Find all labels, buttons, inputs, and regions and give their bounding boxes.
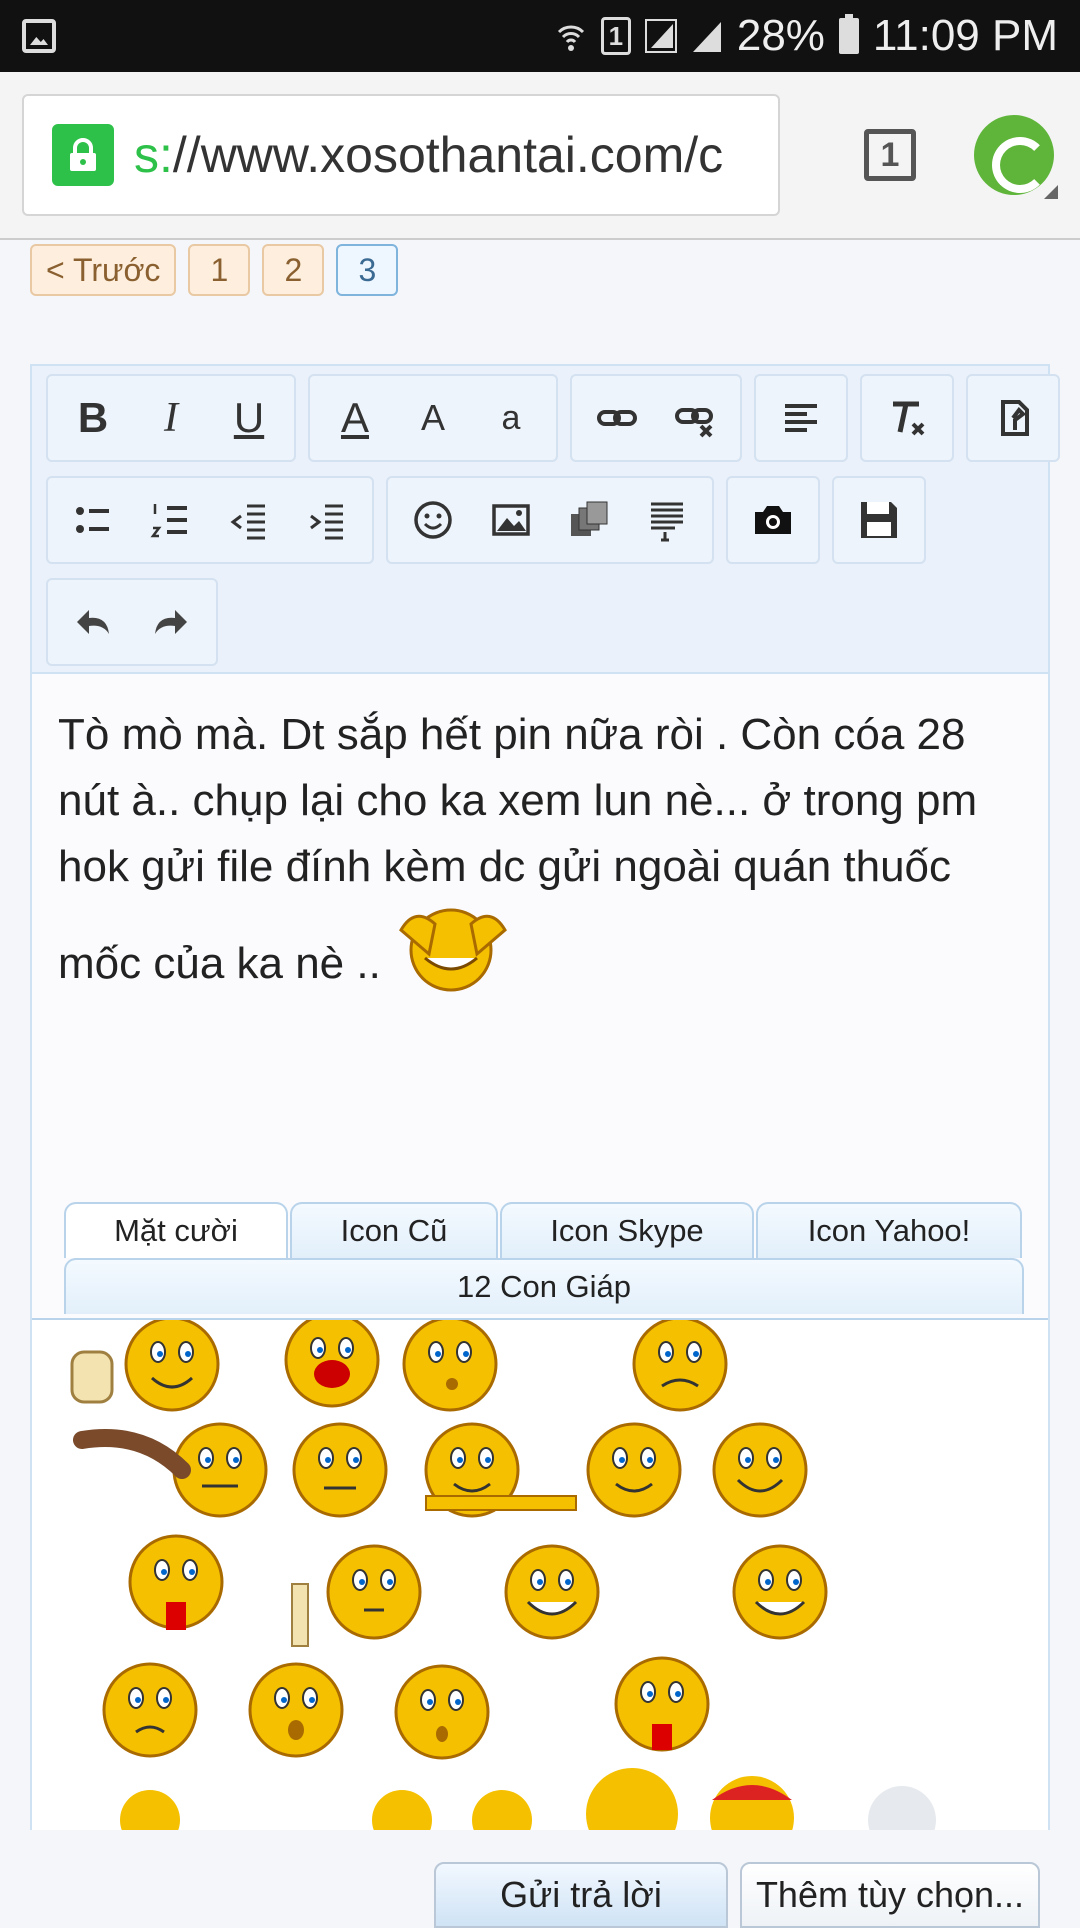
align-left-icon[interactable] — [762, 376, 840, 460]
submit-reply-button[interactable]: Gửi trả lời — [434, 1862, 728, 1928]
clear-format-group — [860, 374, 954, 462]
emoticon-11[interactable] — [326, 1544, 422, 1640]
page-1-button[interactable]: 1 — [188, 244, 251, 296]
quote-block-icon[interactable] — [628, 478, 706, 562]
club-icon — [73, 1429, 191, 1479]
history-group — [46, 578, 218, 666]
candle-icon — [291, 1583, 309, 1647]
prev-page-button[interactable]: < Trước — [30, 244, 177, 296]
emoticon-tabs: Mặt cười Icon Cũ Icon Skype Icon Yahoo! … — [64, 1202, 1024, 1314]
editor-toolbar: B I U A A a — [32, 366, 1060, 674]
thumbs-icon — [70, 1350, 114, 1404]
browser-menu-logo-icon[interactable] — [974, 115, 1058, 199]
reply-editor: B I U A A a Tò mò mà. Dt sắp hết pin nữa… — [30, 364, 1060, 1830]
emoticon-9[interactable] — [712, 1422, 808, 1518]
emoticon-1[interactable] — [124, 1320, 220, 1412]
bold-button[interactable]: B — [54, 376, 132, 460]
italic-button[interactable]: I — [132, 376, 210, 460]
save-icon[interactable] — [840, 478, 918, 562]
page-3-button[interactable]: 3 — [336, 244, 399, 296]
tab-icon-yahoo[interactable]: Icon Yahoo! — [756, 1202, 1022, 1258]
source-code-icon[interactable] — [974, 376, 1052, 460]
smiley-icon[interactable] — [394, 478, 472, 562]
emoticon-13[interactable] — [732, 1544, 828, 1640]
reply-actions: Gửi trả lời Thêm tùy chọn... — [434, 1862, 1040, 1928]
undo-icon[interactable] — [54, 580, 132, 664]
font-size-button[interactable]: A — [394, 376, 472, 460]
sim-slot-icon: 1 — [600, 17, 631, 55]
save-group — [832, 476, 926, 564]
emoticon-2[interactable] — [284, 1320, 380, 1408]
address-bar[interactable]: s://www.xosothantai.com/c — [22, 94, 780, 216]
battery-icon — [838, 14, 859, 54]
signal-icon-2 — [692, 22, 721, 52]
browser-toolbar: s://www.xosothantai.com/c 1 — [0, 72, 1080, 240]
gallery-notification-icon — [22, 19, 56, 53]
link-group — [570, 374, 742, 462]
emoticon-14[interactable] — [102, 1662, 198, 1758]
image-icon[interactable] — [472, 478, 550, 562]
wifi-icon — [557, 25, 584, 51]
tab-icon-skype[interactable]: Icon Skype — [500, 1202, 754, 1258]
insert-group — [386, 476, 714, 564]
emoticon-grid — [32, 1318, 1048, 1830]
clock: 11:09 PM — [872, 11, 1058, 60]
font-color-button[interactable]: A — [316, 376, 394, 460]
numbered-list-icon[interactable] — [132, 478, 210, 562]
link-icon[interactable] — [578, 376, 656, 460]
tab-icon-cu[interactable]: Icon Cũ — [290, 1202, 498, 1258]
emoticon-6[interactable] — [292, 1422, 388, 1518]
emoticon-16[interactable] — [394, 1664, 490, 1760]
emoticon-4[interactable] — [632, 1320, 728, 1412]
lock-icon — [52, 124, 114, 186]
page-2-button[interactable]: 2 — [262, 244, 325, 296]
url-text: s://www.xosothantai.com/c — [134, 127, 724, 183]
format-group: B I U — [46, 374, 296, 462]
emoticon-10[interactable] — [128, 1534, 224, 1630]
underline-button[interactable]: U — [210, 376, 288, 460]
status-right: 1 28% 11:09 PM — [555, 11, 1058, 61]
message-text: Tò mò mà. Dt sắp hết pin nữa ròi . Còn c… — [58, 710, 978, 988]
font-group: A A a — [308, 374, 558, 462]
font-family-button[interactable]: a — [472, 376, 550, 460]
bullet-list-icon[interactable] — [54, 478, 132, 562]
align-group — [754, 374, 848, 462]
gallery-icon[interactable] — [550, 478, 628, 562]
redo-icon[interactable] — [132, 580, 210, 664]
indent-icon[interactable] — [288, 478, 366, 562]
status-bar: 1 28% 11:09 PM — [0, 0, 1080, 72]
list-group — [46, 476, 374, 564]
emoticon-row5 — [120, 1768, 936, 1830]
bar-icon — [425, 1495, 577, 1511]
camera-icon[interactable] — [734, 478, 812, 562]
signal-icon — [644, 19, 677, 53]
more-options-button[interactable]: Thêm tùy chọn... — [740, 1862, 1040, 1928]
camera-group — [726, 476, 820, 564]
source-group — [966, 374, 1060, 462]
laughing-smiley-icon — [399, 908, 507, 992]
clear-format-icon[interactable] — [868, 376, 946, 460]
unlink-icon[interactable] — [656, 376, 734, 460]
tab-12-con-giap[interactable]: 12 Con Giáp — [64, 1258, 1024, 1314]
editor-content[interactable]: Tò mò mà. Dt sắp hết pin nữa ròi . Còn c… — [32, 674, 1048, 1194]
emoticon-12[interactable] — [504, 1544, 600, 1640]
pagination: < Trước 1 2 3 — [30, 244, 399, 296]
emoticon-15[interactable] — [248, 1662, 344, 1758]
tab-mat-cuoi[interactable]: Mặt cười — [64, 1202, 288, 1258]
emoticon-8[interactable] — [586, 1422, 682, 1518]
tab-switcher-button[interactable]: 1 — [864, 129, 916, 181]
emoticon-17[interactable] — [614, 1656, 710, 1752]
emoticon-3[interactable] — [402, 1320, 498, 1412]
outdent-icon[interactable] — [210, 478, 288, 562]
battery-percent: 28% — [736, 11, 825, 60]
